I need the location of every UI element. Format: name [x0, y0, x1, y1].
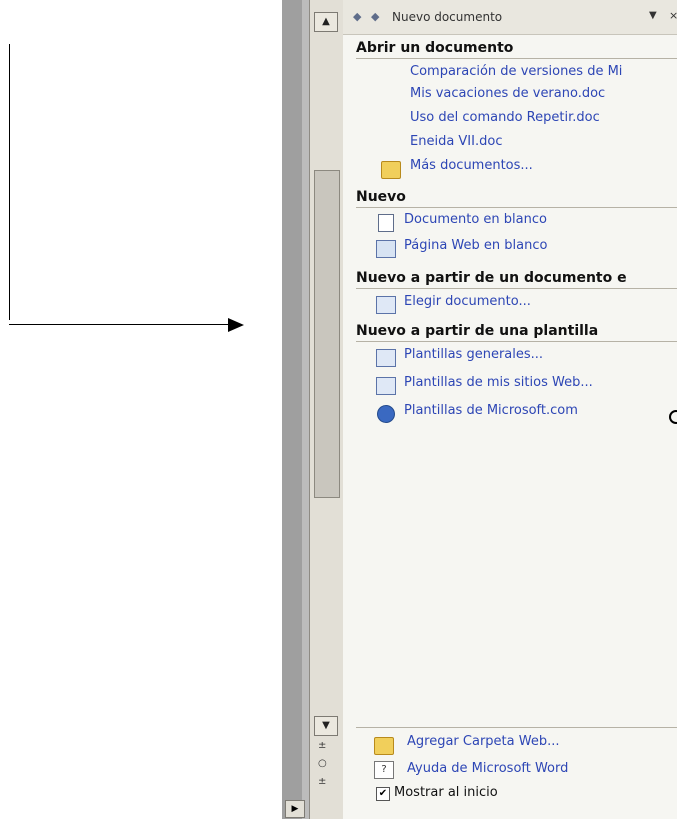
- connector-vertical-line: [9, 44, 10, 320]
- folder-icon: [381, 161, 401, 179]
- forward-arrow-icon[interactable]: ◆: [371, 10, 379, 23]
- recent-document-link[interactable]: Uso del comando Repetir.doc: [410, 110, 600, 125]
- recent-document-link[interactable]: Eneida VII.doc: [410, 134, 502, 149]
- show-at-startup-checkbox[interactable]: ✔: [376, 787, 390, 801]
- section-divider: [356, 341, 677, 342]
- help-icon: ?: [374, 761, 394, 779]
- choose-document-link[interactable]: Elegir documento...: [404, 294, 531, 309]
- cursor-icon: [669, 410, 677, 424]
- help-link[interactable]: Ayuda de Microsoft Word: [407, 761, 568, 776]
- section-divider: [356, 207, 677, 208]
- previous-page-icon[interactable]: ±: [318, 740, 326, 751]
- section-heading-from-template: Nuevo a partir de una plantilla: [356, 323, 599, 339]
- section-divider: [356, 58, 677, 59]
- scroll-right-button[interactable]: ▶: [285, 800, 305, 818]
- web-templates-icon: [376, 377, 396, 395]
- web-sites-templates-link[interactable]: Plantillas de mis sitios Web...: [404, 375, 593, 390]
- section-heading-new: Nuevo: [356, 189, 406, 205]
- footer-divider: [356, 727, 677, 728]
- next-page-icon[interactable]: ±: [318, 776, 326, 787]
- recent-document-link[interactable]: Mis vacaciones de verano.doc: [410, 86, 605, 101]
- scroll-down-button[interactable]: ▼: [314, 716, 338, 736]
- section-heading-from-existing: Nuevo a partir de un documento e: [356, 270, 627, 286]
- choose-document-icon: [376, 296, 396, 314]
- browse-object-icon[interactable]: ○: [318, 758, 327, 769]
- back-arrow-icon[interactable]: ◆: [353, 10, 361, 23]
- microsoft-templates-link[interactable]: Plantillas de Microsoft.com: [404, 403, 578, 418]
- scroll-thumb[interactable]: [314, 170, 340, 498]
- recent-document-link[interactable]: Comparación de versiones de Mi: [410, 64, 622, 79]
- show-at-startup-label: Mostrar al inicio: [394, 785, 498, 800]
- blank-web-page-link[interactable]: Página Web en blanco: [404, 238, 547, 253]
- folder-icon: [374, 737, 394, 755]
- vertical-scrollbar[interactable]: ▲ ▼ ± ○ ±: [309, 0, 344, 819]
- task-pane-title: Nuevo documento: [392, 10, 503, 24]
- section-divider: [356, 288, 677, 289]
- template-icon: [376, 349, 396, 367]
- globe-icon: [377, 405, 395, 423]
- blank-document-link[interactable]: Documento en blanco: [404, 212, 547, 227]
- section-heading-open: Abrir un documento: [356, 40, 514, 56]
- general-templates-link[interactable]: Plantillas generales...: [404, 347, 543, 362]
- add-web-folder-link[interactable]: Agregar Carpeta Web...: [407, 734, 559, 749]
- web-page-icon: [376, 240, 396, 258]
- arrow-head-icon: [228, 318, 244, 332]
- task-pane: ◆ ◆ Nuevo documento ▼ × Abrir un documen…: [343, 0, 677, 819]
- document-edge: [282, 0, 309, 819]
- blank-document-icon: [378, 214, 394, 232]
- document-edge-highlight: [302, 0, 309, 819]
- connector-horizontal-line: [9, 324, 235, 325]
- dropdown-arrow-icon[interactable]: ▼: [649, 10, 657, 21]
- close-icon[interactable]: ×: [669, 9, 677, 22]
- more-documents-link[interactable]: Más documentos...: [410, 158, 533, 173]
- scroll-up-button[interactable]: ▲: [314, 12, 338, 32]
- task-pane-header: ◆ ◆ Nuevo documento ▼ ×: [343, 0, 677, 35]
